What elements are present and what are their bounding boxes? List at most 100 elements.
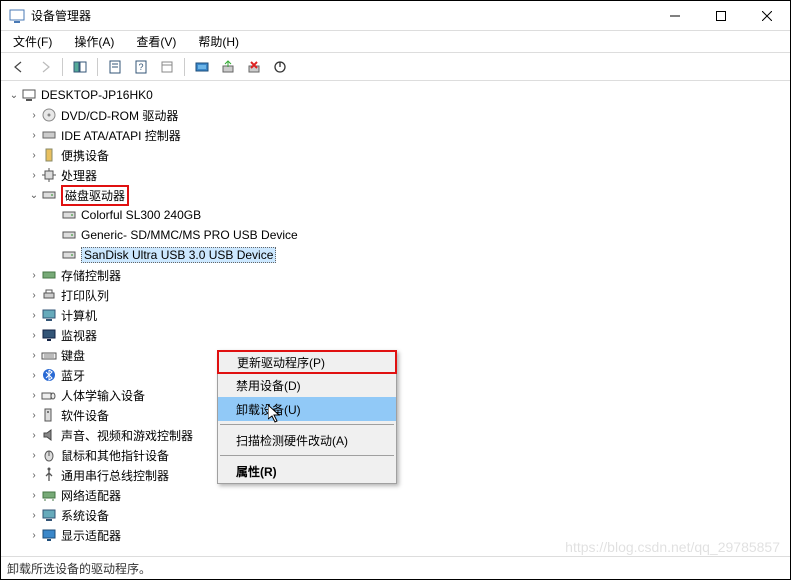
drive-icon [61,247,77,263]
titlebar[interactable]: 设备管理器 [1,1,790,31]
tree-item-network[interactable]: › 网络适配器 [3,485,788,505]
expander-icon[interactable]: ⌄ [7,90,21,101]
expander-icon[interactable]: › [27,430,41,441]
window-title: 设备管理器 [31,7,652,24]
menu-help[interactable]: 帮助(H) [194,31,243,52]
scan-hardware-button[interactable] [190,56,214,78]
tree-label: 系统设备 [61,507,109,524]
expander-icon[interactable]: › [27,270,41,281]
tree-root[interactable]: ⌄ DESKTOP-JP16HK0 [3,85,788,105]
ctx-label: 扫描检测硬件改动(A) [236,432,348,449]
tree-item-portable[interactable]: › 便携设备 [3,145,788,165]
software-icon [41,407,57,423]
expander-icon[interactable]: › [27,370,41,381]
expander-icon[interactable]: › [27,290,41,301]
tree-label: DESKTOP-JP16HK0 [41,88,153,102]
menu-file[interactable]: 文件(F) [9,31,56,52]
tree-label: 键盘 [61,347,85,364]
expander-icon[interactable]: › [27,490,41,501]
portable-icon [41,147,57,163]
ctx-update-driver[interactable]: 更新驱动程序(P) [217,350,397,374]
tree-label: 鼠标和其他指针设备 [61,447,169,464]
network-icon [41,487,57,503]
tree-label: 计算机 [61,307,97,324]
disable-button[interactable] [268,56,292,78]
ctx-label: 禁用设备(D) [236,377,301,394]
forward-button[interactable] [33,56,57,78]
mouse-icon [41,447,57,463]
hid-icon [41,387,57,403]
expander-icon[interactable]: › [27,410,41,421]
ctx-label: 更新驱动程序(P) [237,354,325,371]
disc-icon [41,107,57,123]
tree-label: 处理器 [61,167,97,184]
tree-item-cpu[interactable]: › 处理器 [3,165,788,185]
tree-label: 人体学输入设备 [61,387,145,404]
tree-item-system[interactable]: › 系统设备 [3,505,788,525]
drive-icon [61,207,77,223]
tree-label: 蓝牙 [61,367,85,384]
ctx-separator [220,424,394,425]
expander-icon[interactable]: ⌄ [27,190,41,201]
action-button[interactable] [155,56,179,78]
ctx-label: 卸载设备(U) [236,401,301,418]
expander-icon[interactable]: › [27,310,41,321]
tree-item-dvd[interactable]: ›DVD/CD-ROM 驱动器 [3,105,788,125]
tree-item-display[interactable]: ›显示适配器 [3,525,788,545]
show-hide-tree-button[interactable] [68,56,92,78]
back-button[interactable] [7,56,31,78]
tree-label: 网络适配器 [61,487,121,504]
tree-item-disk[interactable]: ⌄ 磁盘驱动器 [3,185,788,205]
tree-label: 磁盘驱动器 [61,185,129,206]
ctx-properties[interactable]: 属性(R) [218,459,396,483]
usb-icon [41,467,57,483]
ctx-uninstall-device[interactable]: 卸载设备(U) [218,397,396,421]
expander-icon[interactable]: › [27,450,41,461]
tree-label: 便携设备 [61,147,109,164]
menu-action[interactable]: 操作(A) [70,31,118,52]
window-controls [652,1,790,31]
ctx-separator [220,455,394,456]
ctx-label: 属性(R) [236,463,277,480]
close-button[interactable] [744,1,790,31]
uninstall-button[interactable] [242,56,266,78]
expander-icon[interactable]: › [27,350,41,361]
ctx-disable-device[interactable]: 禁用设备(D) [218,373,396,397]
tree-item-disk-child[interactable]: Generic- SD/MMC/MS PRO USB Device [3,225,788,245]
keyboard-icon [41,347,57,363]
tree-item-monitor[interactable]: ›监视器 [3,325,788,345]
menu-view[interactable]: 查看(V) [132,31,180,52]
update-driver-button[interactable] [216,56,240,78]
expander-icon[interactable]: › [27,530,41,541]
drive-icon [61,227,77,243]
expander-icon[interactable]: › [27,130,41,141]
tree-label: 打印队列 [61,287,109,304]
monitor-icon [41,327,57,343]
system-icon [41,507,57,523]
tree-item-ide[interactable]: ›IDE ATA/ATAPI 控制器 [3,125,788,145]
expander-icon[interactable]: › [27,110,41,121]
tree-item-storage[interactable]: › 存储控制器 [3,265,788,285]
statusbar: 卸载所选设备的驱动程序。 [1,557,790,579]
tree-item-print[interactable]: › 打印队列 [3,285,788,305]
tree-item-disk-child[interactable]: Colorful SL300 240GB [3,205,788,225]
minimize-button[interactable] [652,1,698,31]
expander-icon[interactable]: › [27,150,41,161]
expander-icon[interactable]: › [27,510,41,521]
ctx-scan-hardware[interactable]: 扫描检测硬件改动(A) [218,428,396,452]
tree-content[interactable]: ⌄ DESKTOP-JP16HK0 ›DVD/CD-ROM 驱动器 ›IDE A… [1,81,790,557]
expander-icon[interactable]: › [27,470,41,481]
maximize-button[interactable] [698,1,744,31]
tree-item-disk-child-selected[interactable]: SanDisk Ultra USB 3.0 USB Device [3,245,788,265]
storage-icon [41,267,57,283]
expander-icon[interactable]: › [27,330,41,341]
tree-item-computer[interactable]: › 计算机 [3,305,788,325]
cpu-icon [41,167,57,183]
expander-icon[interactable]: › [27,170,41,181]
properties-button[interactable] [103,56,127,78]
tree-label: Generic- SD/MMC/MS PRO USB Device [81,228,298,242]
tree-label: 存储控制器 [61,267,121,284]
help-button[interactable]: ? [129,56,153,78]
toolbar: ? [1,53,790,81]
expander-icon[interactable]: › [27,390,41,401]
